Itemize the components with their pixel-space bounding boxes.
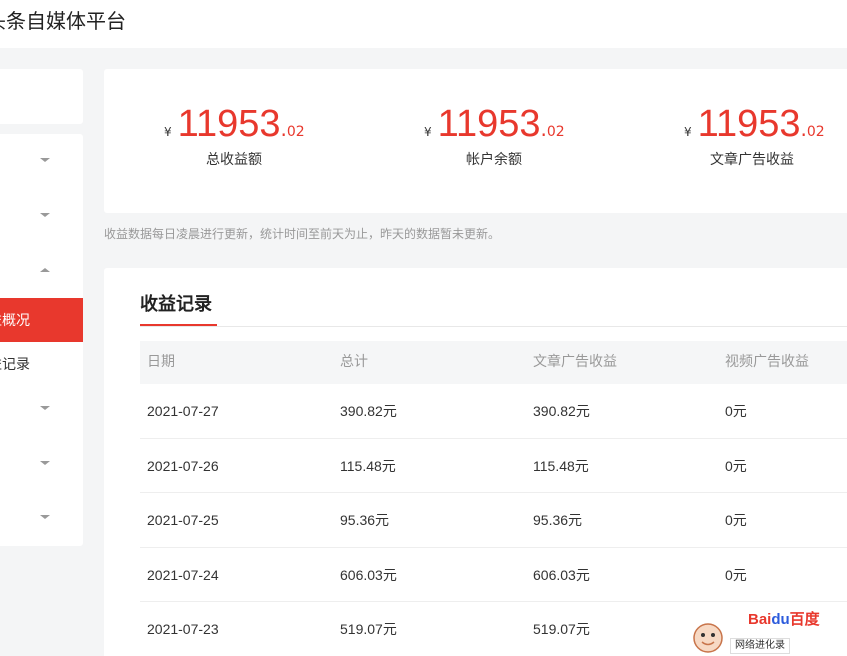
table-header: 日期 总计 文章广告收益 视频广告收益	[140, 341, 847, 384]
chevron-down-icon	[39, 457, 51, 469]
stat-label: 帐户余额	[466, 152, 522, 168]
chevron-down-icon	[39, 402, 51, 414]
sidebar-item-income-overview[interactable]: 收益概况	[0, 298, 83, 342]
chevron-down-icon	[39, 154, 51, 166]
amount-integer: 11953	[177, 103, 281, 145]
cell-article-ad: 390.82元	[533, 403, 590, 419]
cell-date: 2021-07-26	[147, 457, 219, 474]
column-header-total: 总计	[340, 354, 368, 370]
column-header-video-ad: 视频广告收益	[725, 354, 809, 370]
stat-article-ad-income: ¥ 11953 . 02 文章广告收益	[684, 103, 847, 169]
chevron-down-icon	[39, 209, 51, 221]
title-underline	[140, 324, 217, 326]
cell-date: 2021-07-24	[147, 566, 219, 583]
cell-article-ad: 519.07元	[533, 621, 590, 637]
cell-video-ad: 0元	[725, 457, 747, 474]
currency-symbol: ¥	[164, 125, 172, 139]
records-title: 收益记录	[140, 294, 212, 315]
sidebar-item-label: 收益记录	[0, 357, 30, 373]
cell-date: 2021-07-25	[147, 512, 219, 528]
watermark-tag: 网络进化录	[730, 638, 790, 654]
cell-total: 390.82元	[340, 403, 397, 419]
cell-total: 115.48元	[340, 457, 396, 474]
table-row: 2021-07-27 390.82元 390.82元 0元	[140, 384, 847, 439]
sidebar-item-5[interactable]	[0, 495, 83, 539]
cell-total: 606.03元	[340, 566, 397, 583]
cell-date: 2021-07-27	[147, 403, 219, 419]
cell-total: 95.36元	[340, 512, 390, 528]
sidebar-item-income-records[interactable]: 收益记录	[0, 342, 83, 386]
stat-label: 文章广告收益	[710, 152, 794, 168]
platform-title: 头条自媒体平台	[0, 9, 126, 33]
mascot-icon	[690, 620, 726, 654]
income-summary-card: ¥ 11953 . 02 总收益额 ¥ 11953 . 02 帐户余额 ¥ 11…	[104, 69, 847, 213]
stat-total-income: ¥ 11953 . 02 总收益额	[164, 103, 364, 169]
column-header-date: 日期	[147, 354, 175, 370]
sidebar-item-1[interactable]	[0, 138, 83, 182]
sidebar-item-4[interactable]	[0, 441, 83, 485]
stat-amount: ¥ 11953 . 02	[164, 103, 364, 145]
sidebar-item-label: 收益概况	[0, 313, 30, 329]
chevron-up-icon	[39, 264, 51, 276]
baidu-watermark: Baidu百度 网络进化录	[690, 608, 847, 656]
table-row: 2021-07-24 606.03元 606.03元 0元	[140, 548, 847, 602]
cell-video-ad: 0元	[725, 566, 747, 583]
baidu-logo: Baidu百度	[748, 611, 820, 628]
currency-symbol: ¥	[424, 125, 432, 139]
amount-decimal: 02	[546, 124, 565, 140]
cell-video-ad: 0元	[725, 403, 747, 419]
table-row: 2021-07-25 95.36元 95.36元 0元	[140, 493, 847, 548]
chevron-down-icon	[39, 511, 51, 523]
cell-date: 2021-07-23	[147, 621, 219, 637]
stat-amount: ¥ 11953 . 02	[684, 103, 847, 145]
sidebar-item-3[interactable]	[0, 386, 83, 430]
amount-decimal: 02	[286, 124, 305, 140]
amount-integer: 11953	[697, 103, 801, 145]
stat-account-balance: ¥ 11953 . 02 帐户余额	[424, 103, 624, 169]
cell-article-ad: 95.36元	[533, 512, 583, 528]
top-bar: 头条自媒体平台	[0, 0, 847, 48]
sidebar-top-panel	[0, 69, 83, 124]
currency-symbol: ¥	[684, 125, 692, 139]
amount-integer: 11953	[437, 103, 541, 145]
sidebar-menu: 收益概况 收益记录	[0, 134, 83, 546]
divider	[140, 326, 847, 327]
table-row: 2021-07-26 115.48元 115.48元 0元	[140, 439, 847, 493]
cell-total: 519.07元	[340, 621, 397, 637]
amount-decimal: 02	[806, 124, 825, 140]
cell-article-ad: 606.03元	[533, 566, 590, 583]
column-header-article-ad: 文章广告收益	[533, 354, 617, 370]
update-notice: 收益数据每日凌晨进行更新，统计时间至前天为止，昨天的数据暂未更新。	[104, 227, 501, 241]
sidebar-item-income[interactable]	[0, 248, 83, 292]
stat-label: 总收益额	[206, 152, 262, 168]
cell-video-ad: 0元	[725, 512, 747, 528]
stat-amount: ¥ 11953 . 02	[424, 103, 624, 145]
sidebar-item-2[interactable]	[0, 193, 83, 237]
income-records-card: 收益记录 日期 总计 文章广告收益 视频广告收益 2021-07-27 390.…	[104, 268, 847, 656]
cell-article-ad: 115.48元	[533, 457, 589, 474]
